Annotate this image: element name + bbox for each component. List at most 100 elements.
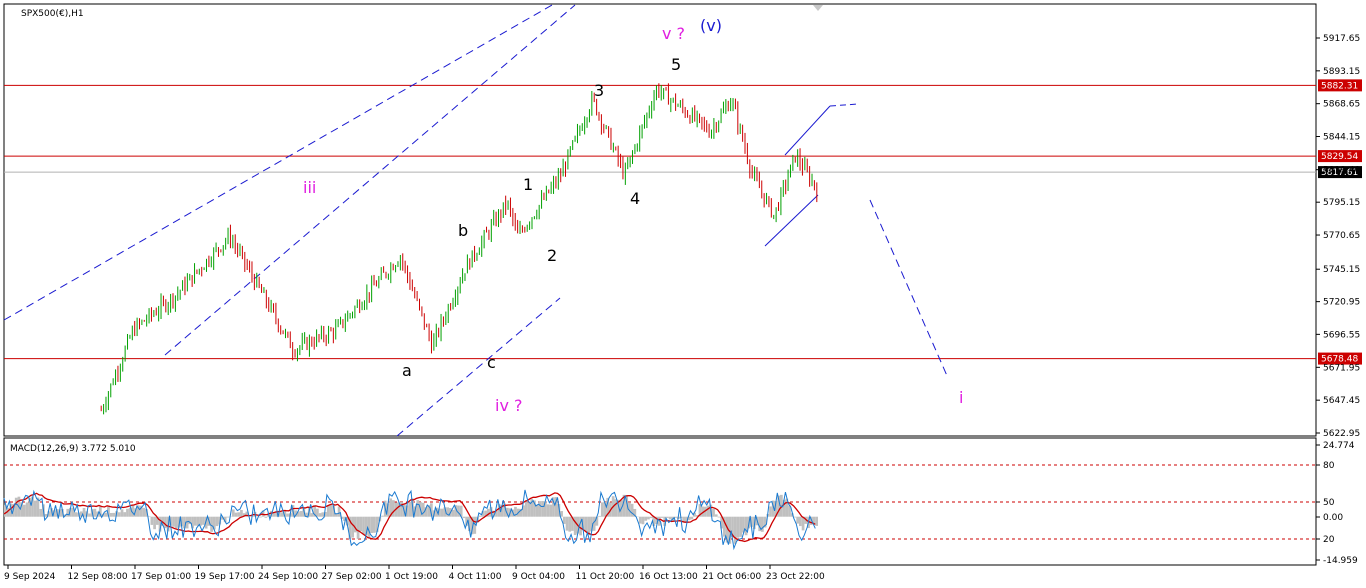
price-tick-label: 5647.45 [1323, 396, 1360, 406]
macd-histogram-bar [668, 516, 672, 520]
level-label: 5829.54 [1321, 152, 1358, 162]
macd-histogram-bar [240, 509, 243, 517]
macd-histogram-bar [733, 516, 737, 544]
macd-tick-label: 50 [1323, 498, 1335, 508]
macd-histogram-bar [408, 501, 411, 517]
macd-tick-label: 80 [1323, 461, 1335, 471]
macd-histogram-bar [462, 516, 466, 519]
macd-histogram-bar [370, 516, 374, 534]
wave-label: 5 [671, 55, 681, 74]
macd-histogram-bar [641, 516, 645, 525]
macd-histogram-bar [126, 508, 129, 517]
macd-histogram-bar [541, 501, 544, 517]
time-tick-label: 23 Oct 22:00 [766, 572, 825, 582]
price-tick-label: 5671.95 [1323, 363, 1360, 373]
wave-label: b [458, 221, 468, 240]
macd-histogram-bar [712, 508, 715, 517]
time-tick-label: 9 Oct 04:00 [512, 572, 565, 582]
macd-histogram-bar [326, 505, 330, 517]
macd-histogram-bar [717, 516, 721, 518]
macd-histogram-bar [120, 509, 124, 517]
macd-histogram-bar [598, 515, 601, 517]
macd-histogram-bar [538, 501, 542, 517]
time-tick-label: 12 Sep 08:00 [68, 572, 128, 582]
wave-label: iii [303, 178, 316, 197]
macd-histogram-bar [524, 499, 528, 517]
macd-histogram-bar [142, 507, 146, 517]
macd-histogram-bar [215, 516, 219, 527]
macd-histogram-bar [150, 516, 154, 525]
wave-label: 3 [594, 81, 604, 100]
macd-histogram-bar [172, 516, 175, 527]
macd-histogram-bar [88, 513, 91, 517]
macd-histogram-bar [690, 516, 694, 520]
macd-histogram-bar [451, 509, 455, 517]
macd-histogram-bar [74, 512, 78, 517]
time-tick-label: 17 Sep 01:00 [131, 572, 191, 582]
macd-histogram-bar [104, 512, 108, 517]
macd-histogram-bar [174, 516, 178, 529]
macd-histogram-bar [280, 512, 284, 517]
level-label: 5882.31 [1321, 81, 1358, 91]
macd-histogram-bar [337, 506, 341, 517]
macd-histogram-bar [769, 506, 772, 517]
wave-label: v ? [662, 24, 685, 43]
time-tick-label: 19 Sep 17:00 [195, 572, 255, 582]
macd-histogram-bar [210, 516, 213, 532]
wave-label: (v) [700, 16, 722, 35]
price-tick-label: 5622.95 [1323, 429, 1360, 439]
macd-histogram-bar [527, 502, 531, 517]
time-tick-label: 21 Oct 06:00 [703, 572, 762, 582]
macd-histogram-bar [815, 516, 818, 526]
price-panel[interactable] [3, 3, 1317, 437]
macd-histogram-bar [123, 512, 127, 517]
macd-histogram-bar [321, 512, 325, 517]
time-tick-label: 16 Oct 13:00 [639, 572, 698, 582]
macd-histogram-bar [644, 516, 648, 521]
price-tick-label: 5795.15 [1323, 198, 1360, 208]
macd-histogram-bar [286, 513, 289, 517]
macd-label: MACD(12,26,9) 3.772 5.010 [10, 444, 136, 454]
wave-label: a [402, 361, 412, 380]
macd-histogram-bar [373, 516, 376, 533]
time-tick-label: 1 Oct 19:00 [385, 572, 438, 582]
macd-histogram-bar [706, 505, 710, 517]
macd-histogram-bar [109, 512, 113, 517]
macd-histogram-bar [736, 516, 740, 538]
macd-tick-label: -14.959 [1323, 556, 1358, 566]
macd-histogram-bar [231, 509, 235, 517]
price-tick-label: 5770.65 [1323, 231, 1360, 241]
time-axis: 9 Sep 2024 12 Sep 08:00 17 Sep 01:00 19 Sep… [4, 565, 825, 582]
wave-label: 4 [630, 189, 640, 208]
price-tick-label: 5844.15 [1323, 133, 1360, 143]
macd-histogram-bar [478, 515, 482, 517]
macd-histogram-bar [316, 508, 319, 517]
macd-tick-label: 20 [1323, 535, 1335, 545]
macd-histogram-bar [234, 512, 238, 517]
macd-histogram-bar [600, 502, 604, 517]
symbol-label: SPX500(€),H1 [21, 9, 84, 19]
macd-histogram-bar [584, 516, 588, 532]
macd-histogram-bar [793, 516, 797, 518]
macd-histogram-bar [638, 516, 642, 524]
price-tick-label: 5917.65 [1323, 34, 1360, 44]
macd-histogram-bar [259, 516, 262, 518]
macd-histogram-bar [112, 512, 116, 517]
macd-histogram-bar [193, 516, 197, 526]
price-tick-label: 5868.65 [1323, 100, 1360, 110]
macd-histogram-bar [33, 500, 37, 517]
macd-histogram-bar [153, 516, 156, 530]
macd-histogram-bar [299, 511, 303, 517]
macd-histogram-bar [117, 512, 121, 517]
macd-histogram-bar [660, 516, 664, 518]
macd-histogram-bar [649, 516, 653, 519]
price-tick-label: 5745.15 [1323, 265, 1360, 275]
price-tick-label: 5893.15 [1323, 67, 1360, 77]
trading-chart[interactable]: SPX500(€),H1 MACD(12,26,9) 3.772 5.010 5… [0, 0, 1366, 588]
macd-histogram-bar [310, 513, 314, 517]
macd-histogram-bar [202, 516, 205, 525]
macd-histogram-bar [549, 504, 553, 517]
price-tick-label: 5819.40 [1323, 166, 1360, 176]
macd-histogram-bar [351, 516, 355, 538]
macd-histogram-bar [381, 515, 384, 517]
